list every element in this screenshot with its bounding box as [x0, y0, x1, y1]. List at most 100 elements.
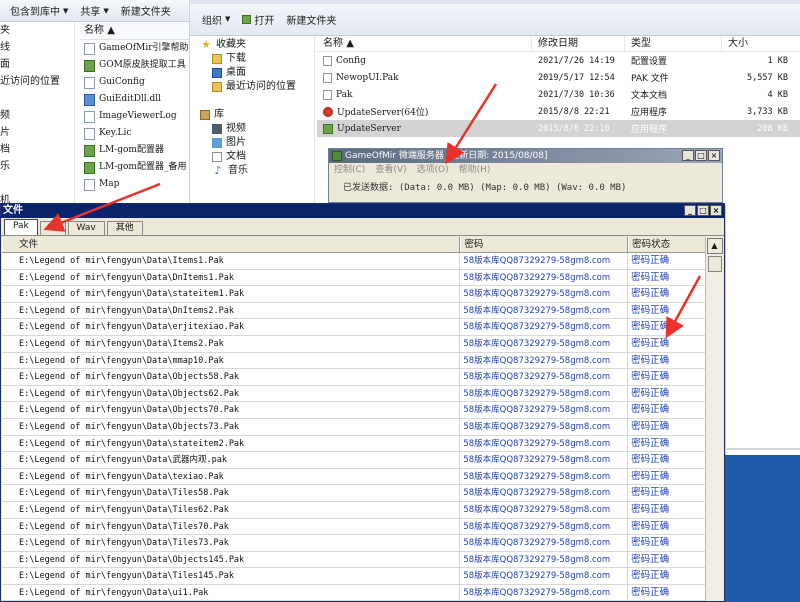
open-button[interactable]: 打开 — [236, 9, 280, 29]
tree-item-music[interactable]: ♪ 音乐 — [190, 164, 314, 178]
scroll-up-button[interactable]: ▲ — [706, 238, 723, 254]
tree-item-favorites[interactable]: ★ 收藏夹 — [190, 38, 314, 52]
file-row[interactable]: Pak 2021/7/30 10:36 文本文档 4 KB — [317, 86, 800, 103]
maximize-button[interactable]: □ — [695, 150, 707, 161]
minimize-button[interactable]: _ — [682, 150, 694, 161]
file-path-cell: E:\Legend of mir\fengyun\Data\Objects145… — [2, 551, 461, 568]
gear-icon — [84, 93, 95, 106]
share-button[interactable]: 共享 ▼ — [74, 1, 114, 21]
tab-map[interactable]: M — [39, 221, 66, 235]
list-item[interactable]: GOM原皮肤提取工具 — [80, 57, 189, 74]
file-path-cell: E:\Legend of mir\fengyun\Data\stateitem2… — [2, 435, 461, 452]
chevron-down-icon: ▼ — [225, 15, 231, 23]
column-header-date[interactable]: 修改日期 — [532, 36, 625, 51]
nav-item[interactable]: 面 — [0, 56, 74, 73]
main-window-titlebar[interactable]: 文件 _ □ × — [1, 204, 724, 218]
table-row[interactable]: E:\Legend of mir\fengyun\Data\stateitem1… — [2, 286, 705, 303]
tree-item-desktop[interactable]: 桌面 — [190, 66, 314, 80]
nav-item[interactable]: 近访问的位置 — [0, 73, 74, 90]
password-status-cell: 密码正确 — [631, 454, 670, 466]
column-header-status[interactable]: 密码状态 — [628, 237, 705, 252]
table-row[interactable]: E:\Legend of mir\fengyun\Data\texiao.Pak… — [2, 468, 705, 486]
table-row[interactable]: E:\Legend of mir\fengyun\Data\DnItems2.P… — [2, 302, 705, 320]
list-item[interactable]: GameOfMir引擎帮助 — [80, 40, 189, 57]
minimize-button[interactable]: _ — [684, 205, 696, 216]
column-header-password[interactable]: 密码 — [460, 237, 629, 252]
vertical-scrollbar[interactable]: ▲ — [705, 237, 723, 601]
navigation-tree: ★ 收藏夹 下载 桌面 最近访问的位置 库 视频 图片 文档 ♪ 音乐 — [190, 36, 315, 205]
list-item[interactable]: LM-gom配置器 — [80, 142, 189, 159]
table-row[interactable]: E:\Legend of mir\fengyun\Data\Tiles145.P… — [2, 568, 705, 585]
nav-item[interactable]: 频 — [0, 107, 74, 124]
menu-control[interactable]: 控制(C) — [334, 163, 365, 177]
tab-other[interactable]: 其他 — [106, 221, 143, 235]
list-item[interactable]: ImageViewerLog — [80, 108, 189, 125]
table-row[interactable]: E:\Legend of mir\fengyun\Data\Tiles58.Pa… — [2, 485, 705, 502]
file-row-selected[interactable]: UpdateServer 2015/8/8 22:10 应用程序 208 KB — [317, 120, 800, 137]
file-path-cell: E:\Legend of mir\fengyun\Data\Tiles73.Pa… — [2, 535, 461, 551]
file-row[interactable]: Config 2021/7/26 14:19 配置设置 1 KB — [317, 52, 800, 69]
menu-options[interactable]: 选项(O) — [417, 163, 449, 177]
close-button[interactable]: × — [708, 150, 720, 161]
table-row[interactable]: E:\Legend of mir\fengyun\Data\erjitexiao… — [2, 319, 705, 336]
table-row[interactable]: E:\Legend of mir\fengyun\Data\武器内观.pak 58… — [2, 452, 705, 469]
new-folder-button[interactable]: 新建文件夹 — [115, 1, 177, 21]
organize-button[interactable]: 组织 ▼ — [196, 9, 236, 29]
app-icon — [84, 144, 95, 157]
include-in-library-button[interactable]: 包含到库中 ▼ — [4, 1, 74, 21]
server-status-text: 已发送数据: (Data: 0.0 MB) (Map: 0.0 MB) (Wav… — [343, 183, 627, 193]
tree-item-videos[interactable]: 视频 — [190, 122, 314, 136]
nav-item[interactable]: 夹 — [0, 22, 74, 39]
desktop-wallpaper — [725, 455, 800, 602]
table-row[interactable]: E:\Legend of mir\fengyun\Data\ui1.Pak 58版… — [2, 584, 705, 601]
tree-item-documents[interactable]: 文档 — [190, 150, 314, 164]
table-row[interactable]: E:\Legend of mir\fengyun\Data\Items2.Pak… — [2, 335, 705, 353]
list-item[interactable]: LM-gom配置器_备用 — [80, 159, 189, 176]
nav-item[interactable]: 乐 — [0, 158, 74, 175]
nav-item[interactable]: 档 — [0, 141, 74, 158]
column-header-file[interactable]: 文件 — [2, 237, 461, 252]
table-row[interactable]: E:\Legend of mir\fengyun\Data\Objects62.… — [2, 385, 705, 403]
list-item[interactable]: GuiEditDll.dll — [80, 91, 189, 108]
name-column-header[interactable]: 名称 ▲ — [80, 22, 189, 40]
table-row[interactable]: E:\Legend of mir\fengyun\Data\DnItems1.P… — [2, 269, 705, 287]
tab-wav[interactable]: Wav — [67, 221, 105, 235]
server-window-titlebar[interactable]: GameOfMir 微端服务器 [更新日期: 2015/08/08] _ □ × — [329, 149, 722, 163]
tree-item-pictures[interactable]: 图片 — [190, 136, 314, 150]
chevron-down-icon: ▼ — [63, 6, 69, 15]
list-item[interactable]: Key.Lic — [80, 125, 189, 142]
list-item[interactable]: GuiConfig — [80, 74, 189, 91]
table-row[interactable]: E:\Legend of mir\fengyun\Data\Tiles62.Pa… — [2, 501, 705, 519]
table-row[interactable]: E:\Legend of mir\fengyun\Data\Tiles70.Pa… — [2, 518, 705, 536]
tree-item-downloads[interactable]: 下载 — [190, 52, 314, 66]
file-row[interactable]: UpdateServer(64位) 2015/8/8 22:21 应用程序 3,73… — [317, 103, 800, 120]
table-row[interactable]: E:\Legend of mir\fengyun\Data\stateitem2… — [2, 435, 705, 453]
tree-item-library[interactable]: 库 — [190, 108, 314, 122]
pak-password-window: 文件 _ □ × Pak M Wav 其他 文件 密码 密码状态 E:\Lege… — [0, 203, 725, 602]
file-path-cell: E:\Legend of mir\fengyun\Data\ui1.Pak — [2, 584, 461, 601]
nav-item[interactable]: 片 — [0, 124, 74, 141]
column-header-type[interactable]: 类型 — [625, 36, 722, 51]
password-status-cell: 密码正确 — [631, 570, 670, 582]
file-row[interactable]: NewopUI.Pak 2019/5/17 12:54 PAK 文件 5,557 K… — [317, 69, 800, 86]
list-item[interactable]: Map — [80, 176, 189, 193]
tab-pak[interactable]: Pak — [4, 219, 38, 235]
table-row[interactable]: E:\Legend of mir\fengyun\Data\Objects73.… — [2, 418, 705, 436]
new-folder-button[interactable]: 新建文件夹 — [280, 9, 342, 29]
table-row[interactable]: E:\Legend of mir\fengyun\Data\Objects145… — [2, 551, 705, 569]
table-row[interactable]: E:\Legend of mir\fengyun\Data\Tiles73.Pa… — [2, 535, 705, 552]
left-navigation-pane: 夹 线 面 近访问的位置 频 片 档 乐 机 — [0, 22, 75, 206]
menu-help[interactable]: 帮助(H) — [459, 163, 491, 177]
menu-view[interactable]: 查看(V) — [375, 163, 406, 177]
scroll-thumb[interactable] — [707, 256, 722, 272]
nav-item[interactable]: 线 — [0, 39, 74, 56]
table-row[interactable]: E:\Legend of mir\fengyun\Data\mmap10.Pak… — [2, 352, 705, 370]
close-button[interactable]: × — [710, 205, 722, 216]
table-row[interactable]: E:\Legend of mir\fengyun\Data\Objects58.… — [2, 369, 705, 386]
table-row[interactable]: E:\Legend of mir\fengyun\Data\Objects70.… — [2, 402, 705, 419]
table-row[interactable]: E:\Legend of mir\fengyun\Data\Items1.Pak… — [2, 253, 705, 270]
maximize-button[interactable]: □ — [697, 205, 709, 216]
tree-item-recent[interactable]: 最近访问的位置 — [190, 80, 314, 94]
column-header-name[interactable]: 名称 ▲ — [317, 36, 532, 51]
column-header-size[interactable]: 大小 — [722, 36, 792, 51]
